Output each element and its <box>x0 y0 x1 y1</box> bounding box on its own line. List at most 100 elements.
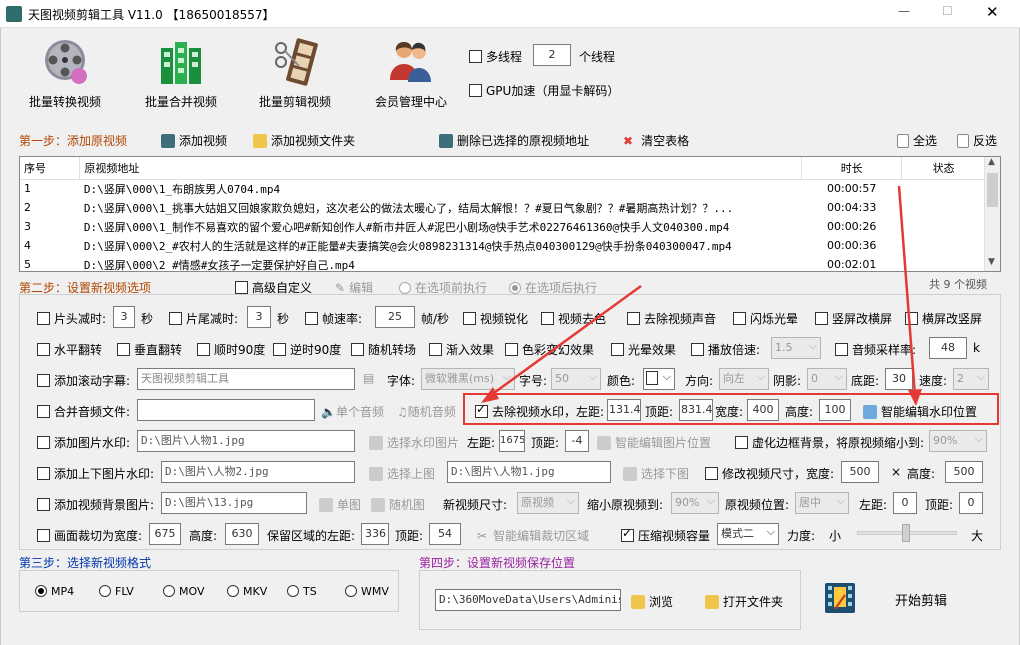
v2h-checkbox[interactable]: 竖屏改横屏 <box>815 310 892 327</box>
delete-selected-button[interactable]: 删除已选择的原视频地址 <box>439 132 589 149</box>
checkbox-box[interactable] <box>469 84 482 97</box>
font-select[interactable]: 微软雅黑(ms) <box>421 368 515 390</box>
checkbox-box[interactable] <box>469 50 482 63</box>
radio-circle[interactable] <box>227 585 239 597</box>
random-audio-button[interactable]: ♫随机音频 <box>397 403 456 420</box>
left-input[interactable]: 0 <box>893 492 917 514</box>
speed-select[interactable]: 1.5 <box>771 337 821 359</box>
checkbox-box[interactable] <box>37 436 50 449</box>
scroll-thumb[interactable] <box>987 173 998 207</box>
strength-slider[interactable] <box>857 524 957 542</box>
single-audio-button[interactable]: 🔈单个音频 <box>321 403 384 420</box>
img-top-input[interactable]: -4 <box>565 430 589 452</box>
multithread-checkbox[interactable]: 多线程 <box>469 48 522 65</box>
close-button[interactable]: ✕ <box>986 3 999 21</box>
clear-table-button[interactable]: ✖ 清空表格 <box>623 132 689 149</box>
scroll-up-icon[interactable]: ▲ <box>988 157 995 167</box>
add-video-button[interactable]: 添加视频 <box>161 132 227 149</box>
blur-select[interactable]: 90% <box>929 430 987 452</box>
checkbox-box[interactable] <box>691 343 704 356</box>
merge-audio-checkbox[interactable]: 合并音频文件: <box>37 403 130 420</box>
checkbox-box[interactable] <box>351 343 364 356</box>
format-flv-radio[interactable]: FLV <box>99 585 134 598</box>
decolor-checkbox[interactable]: 视频去色 <box>541 310 606 327</box>
bg-img-checkbox[interactable]: 添加视频背景图片: <box>37 496 154 513</box>
format-mp4-radio[interactable]: MP4 <box>35 585 74 598</box>
thread-count-input[interactable]: 2 <box>533 44 571 66</box>
radio-circle[interactable] <box>399 282 411 294</box>
add-folder-button[interactable]: 添加视频文件夹 <box>253 132 355 149</box>
video-table[interactable]: 序号 原视频地址 时长 状态 1 D:\竖屏\000\1_布朗族男人0704.mp… <box>19 156 1001 272</box>
checkbox-box[interactable] <box>705 467 718 480</box>
checkbox-box[interactable] <box>611 343 624 356</box>
table-row[interactable]: 1 D:\竖屏\000\1_布朗族男人0704.mp4 00:00:57 <box>20 179 986 198</box>
scroll-sub-checkbox[interactable]: 添加滚动字幕: <box>37 372 130 389</box>
checkbox-box[interactable] <box>905 312 918 325</box>
minimize-button[interactable]: — <box>898 4 910 18</box>
single-img-button[interactable]: 单图 <box>319 496 361 513</box>
img-wm-checkbox[interactable]: 添加图片水印: <box>37 434 130 451</box>
top-input[interactable]: 0 <box>959 492 983 514</box>
font-settings-icon[interactable]: ▤ <box>363 371 374 385</box>
fps-checkbox[interactable]: 帧速率: <box>305 310 362 327</box>
keep-left-input[interactable]: 336 <box>361 523 389 545</box>
resize-width-input[interactable]: 500 <box>841 461 879 483</box>
blur-bg-checkbox[interactable]: 虚化边框背景，将原视频缩小到: <box>735 434 924 451</box>
checkbox-box[interactable] <box>37 498 50 511</box>
checkbox-box[interactable] <box>37 374 50 387</box>
checkbox-box[interactable] <box>235 281 248 294</box>
direction-select[interactable]: 向左 <box>719 368 769 390</box>
head-trim-checkbox[interactable]: 片头减时: <box>37 310 106 327</box>
shrink-select[interactable]: 90% <box>671 492 719 514</box>
checkbox-box[interactable] <box>627 312 640 325</box>
vflip-checkbox[interactable]: 垂直翻转 <box>117 341 182 358</box>
tb-img-checkbox[interactable]: 添加上下图片水印: <box>37 465 154 482</box>
table-row[interactable]: 3 D:\竖屏\000\1_制作不易喜欢的留个爱心吧#新知创作人#新市井匠人#泥巴… <box>20 217 986 236</box>
merge-audio-input[interactable] <box>137 399 315 421</box>
speed2-select[interactable]: 2 <box>953 368 989 390</box>
shadow-select[interactable]: 0 <box>807 368 847 390</box>
tail-trim-checkbox[interactable]: 片尾减时: <box>169 310 238 327</box>
col-header[interactable]: 时长 <box>801 157 903 180</box>
format-ts-radio[interactable]: TS <box>287 585 317 598</box>
scroll-down-icon[interactable]: ▼ <box>988 257 995 267</box>
position-select[interactable]: 居中 <box>795 492 849 514</box>
rot90cw-checkbox[interactable]: 顺时90度 <box>197 341 265 358</box>
sample-input[interactable]: 48 <box>929 337 967 359</box>
checkbox-box[interactable] <box>505 343 518 356</box>
checkbox-box[interactable] <box>117 343 130 356</box>
table-row[interactable]: 2 D:\竖屏\000\1_挑事大姑姐又回娘家欺负媳妇，这次老公的做法太暖心了，结… <box>20 198 986 217</box>
head-trim-input[interactable]: 3 <box>113 306 135 328</box>
sharpen-checkbox[interactable]: 视频锐化 <box>463 310 528 327</box>
light-fx-checkbox[interactable]: 光晕效果 <box>611 341 676 358</box>
flash-checkbox[interactable]: 闪烁光晕 <box>733 310 798 327</box>
smart-img-button[interactable]: 智能编辑图片位置 <box>597 434 711 451</box>
checkbox-box[interactable] <box>815 312 828 325</box>
invert-button[interactable]: 反选 <box>957 132 997 149</box>
fps-input[interactable]: 25 <box>375 306 415 328</box>
checkbox-box[interactable] <box>197 343 210 356</box>
checkbox-box[interactable] <box>835 343 848 356</box>
img-left-input[interactable]: 1675 <box>499 430 525 452</box>
scroll-sub-input[interactable]: 天图视频剪辑工具 <box>137 368 355 390</box>
browse-button[interactable]: 浏览 <box>631 593 673 610</box>
radio-circle[interactable] <box>345 585 357 597</box>
checkbox-box[interactable] <box>37 343 50 356</box>
col-header[interactable]: 状态 <box>901 157 986 180</box>
checkbox-box[interactable] <box>169 312 182 325</box>
checkbox-box[interactable] <box>37 405 50 418</box>
col-header[interactable]: 原视频地址 <box>79 157 803 180</box>
checkbox-box[interactable] <box>463 312 476 325</box>
select-all-button[interactable]: 全选 <box>897 132 937 149</box>
checkbox-box[interactable] <box>37 312 50 325</box>
sample-checkbox[interactable]: 音频采样率: <box>835 341 916 358</box>
checkbox-box[interactable] <box>37 529 50 542</box>
hflip-checkbox[interactable]: 水平翻转 <box>37 341 102 358</box>
select-top-button[interactable]: 选择上图 <box>369 465 435 482</box>
random-img-button[interactable]: 随机图 <box>371 496 425 513</box>
checkbox-box[interactable] <box>541 312 554 325</box>
vertical-scrollbar[interactable]: ▲ ▼ <box>984 157 1000 271</box>
checkbox-box[interactable] <box>735 436 748 449</box>
size-select[interactable]: 50 <box>551 368 601 390</box>
select-bottom-button[interactable]: 选择下图 <box>623 465 689 482</box>
